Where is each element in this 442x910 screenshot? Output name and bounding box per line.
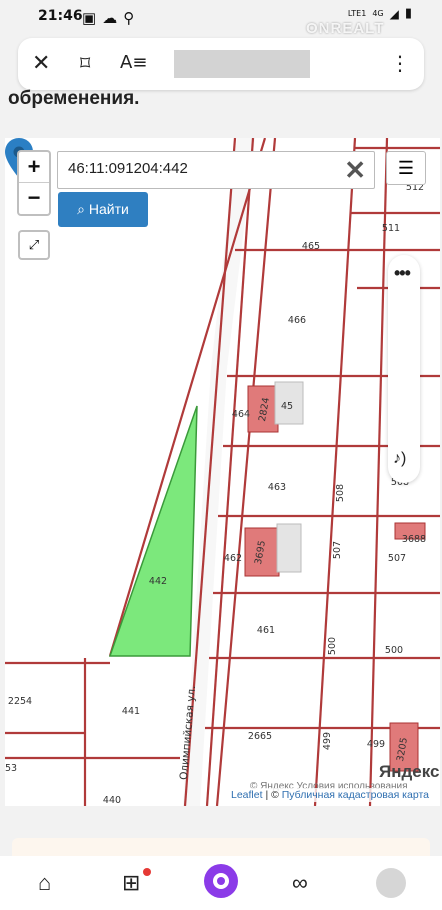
parcel-label: 500 (385, 645, 403, 656)
home-icon[interactable]: ⌂ (38, 870, 51, 896)
battery-icon: ▮ (404, 6, 412, 21)
signal-icon: ◢ (389, 6, 399, 21)
cadastral-number-input[interactable] (68, 160, 328, 177)
avatar[interactable] (376, 868, 406, 898)
parcel-label: 465 (302, 241, 320, 252)
cadastral-search-box: ✕ (57, 151, 375, 189)
parcel-label: 440 (103, 795, 121, 806)
find-button-label: Найти (88, 201, 129, 217)
parcel-label: 499 (367, 739, 385, 750)
map-canvas[interactable]: 442 441 440 2254 53 465 466 464 463 462 … (5, 138, 440, 806)
parcel-label: 500 (327, 637, 338, 655)
parcel-label: 462 (224, 553, 242, 564)
zoom-out-button[interactable]: − (19, 183, 49, 214)
find-button[interactable]: ⌕ Найти (58, 192, 148, 227)
parcel-label: 507 (332, 541, 343, 559)
parcel-label: 2254 (8, 696, 32, 707)
fullscreen-icon[interactable]: ⤢ (18, 230, 50, 260)
browser-toolbar: ✕ ⌑ A≡ ⋮ (18, 38, 424, 90)
building-label: 45 (281, 401, 293, 412)
image-icon: ▣ (82, 10, 97, 27)
page-heading-fragment: обременения. (8, 88, 140, 109)
more-vert-icon[interactable]: ⋮ (390, 51, 410, 75)
parcel-label: 461 (257, 625, 275, 636)
bookmark-icon[interactable]: ⌑ (80, 51, 90, 75)
parcel-label: 441 (122, 706, 140, 717)
apps-icon[interactable]: ⊞ (122, 870, 140, 896)
close-icon[interactable]: ✕ (32, 51, 50, 76)
reader-icon[interactable]: A≡ (120, 52, 147, 73)
parcel-label: 442 (149, 576, 167, 587)
cadastral-map[interactable]: 442 441 440 2254 53 465 466 464 463 462 … (5, 138, 440, 806)
hamburger-menu-icon[interactable]: ☰ (386, 151, 426, 185)
attribution-separator: | © (262, 789, 282, 801)
parcel-label: 511 (382, 223, 400, 234)
cloud-icon: ☁ (102, 10, 118, 27)
clear-icon[interactable]: ✕ (344, 155, 366, 186)
zoom-control: + − (17, 150, 51, 216)
search-icon: ⌕ (77, 201, 85, 217)
infinity-icon[interactable]: ∞ (292, 870, 308, 896)
parcel-label: 53 (5, 763, 17, 774)
notification-badge (143, 868, 151, 876)
yandex-logo: Яндекс (379, 762, 440, 781)
parcel-label: 508 (335, 484, 346, 502)
browser-side-panel: ••• ♪) (388, 255, 420, 483)
content-card-peek (12, 838, 430, 858)
zoom-in-button[interactable]: + (19, 152, 49, 183)
map-attribution: Leaflet | © Публичная кадастровая карта (228, 788, 432, 802)
parcel-label: 2665 (248, 731, 272, 742)
status-notification-icons: ▣ ☁ ⚲ (82, 9, 134, 27)
alice-assistant-icon[interactable] (204, 864, 238, 898)
parcel-label: 464 (232, 409, 250, 420)
status-time: 21:46 (38, 8, 83, 24)
building-3695-ext (276, 523, 302, 573)
audio-icon[interactable]: ♪) (393, 450, 406, 468)
parcel-label: 466 (288, 315, 306, 326)
status-right: LTE1 4G ◢ ▮ (348, 6, 412, 21)
carrier-label: LTE1 (347, 9, 367, 18)
status-bar: 21:46 ▣ ☁ ⚲ LTE1 4G ◢ ▮ ONREALT (0, 0, 442, 37)
url-field[interactable] (174, 50, 310, 78)
more-horiz-icon[interactable]: ••• (394, 263, 411, 284)
parcel-label: 499 (322, 732, 333, 750)
leaflet-link[interactable]: Leaflet (231, 789, 263, 801)
building-label: 3688 (402, 534, 426, 545)
cadastre-link[interactable]: Публичная кадастровая карта (282, 789, 429, 801)
parcel-442-highlight[interactable] (108, 405, 198, 657)
watermark: ONREALT (306, 20, 385, 37)
location-icon: ⚲ (123, 10, 135, 27)
parcel-label: 507 (388, 553, 406, 564)
parcel-label: 463 (268, 482, 286, 493)
network-label: 4G (372, 9, 384, 18)
